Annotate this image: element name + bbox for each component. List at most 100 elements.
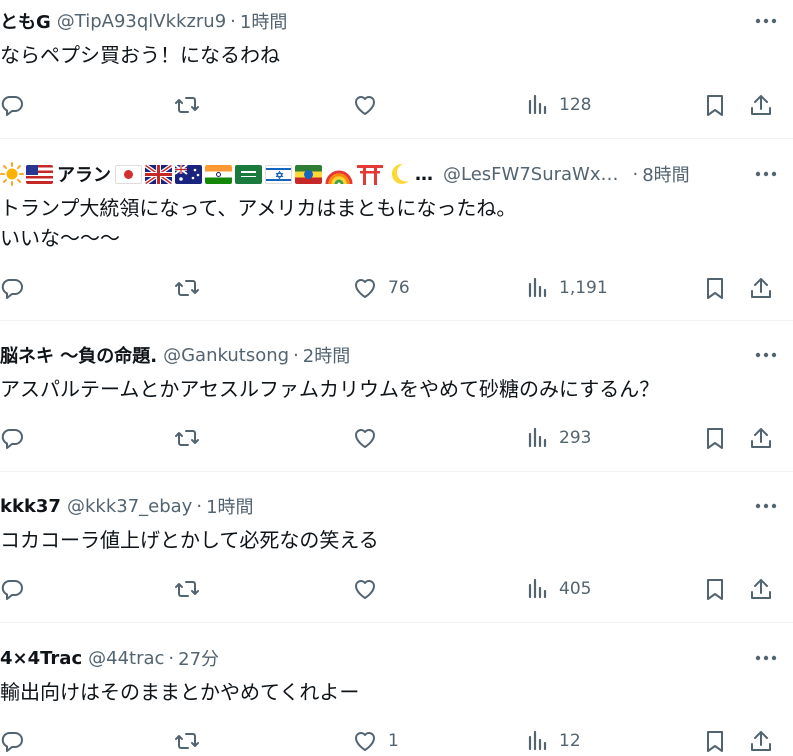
reply-button[interactable] [0, 423, 24, 453]
bookmark-icon [707, 731, 723, 752]
saudi-flag-emoji [235, 164, 262, 184]
heart-icon [355, 96, 375, 115]
separator-dot: · [230, 10, 236, 32]
retweet-icon [175, 280, 199, 296]
sun-emoji [0, 162, 24, 186]
tweet-header: 脳ネキ 〜負の命題. @Gankutsong · 2時間 [0, 340, 350, 370]
user-handle[interactable]: @LesFW7SuraWx… [443, 164, 618, 185]
heart-icon [355, 429, 375, 448]
tweet[interactable]: 4×4Trac @44trac · 27分 輸出向けはそのままとかやめてくれよー… [0, 643, 793, 756]
tweet-header: kkk37 @kkk37_ebay · 1時間 [0, 491, 254, 521]
separator-dot: · [168, 647, 175, 669]
tweet-text-line: いいな〜〜〜 [0, 226, 120, 250]
bookmark-icon [707, 428, 723, 449]
bookmark-button[interactable] [704, 90, 726, 120]
action-bar: 76 1,191 [0, 273, 793, 303]
retweet-button[interactable] [174, 726, 200, 756]
action-bar: 128 [0, 90, 793, 120]
israel-flag-emoji [265, 164, 292, 184]
display-name[interactable]: ともG [0, 8, 51, 34]
tweet-text: 輸出向けはそのままとかやめてくれよー [0, 677, 359, 707]
reply-button[interactable] [0, 574, 24, 604]
reply-icon [1, 429, 23, 449]
tweet-text: ならペプシ買おう！になるわね [0, 40, 280, 70]
display-name[interactable]: 4×4Trac [0, 648, 82, 669]
tweet-header: 4×4Trac @44trac · 27分 [0, 643, 219, 673]
separator-dot: · [293, 344, 299, 366]
timestamp[interactable]: 1時間 [206, 493, 253, 519]
views-icon [528, 578, 547, 599]
retweet-button[interactable] [174, 423, 200, 453]
like-button[interactable]: 76 [352, 273, 410, 303]
tweet-text-line: トランプ大統領になって、アメリカはまともになったね。 [0, 196, 517, 220]
reply-icon [1, 96, 23, 116]
more-icon[interactable] [751, 10, 781, 32]
tweet[interactable]: 脳ネキ 〜負の命題. @Gankutsong · 2時間 アスパルテームとかアセ… [0, 340, 793, 470]
action-bar: 405 [0, 574, 793, 604]
more-icon[interactable] [751, 495, 781, 517]
retweet-icon [175, 430, 199, 446]
share-button[interactable] [749, 574, 773, 604]
tweet[interactable]: アラン … @LesFW7SuraWx… · 8時間 トランプ大統領になって、ア… [0, 159, 793, 319]
bookmark-button[interactable] [704, 423, 726, 453]
views-button[interactable]: 128 [527, 90, 591, 120]
views-button[interactable]: 405 [527, 574, 591, 604]
name-ellipsis: … [415, 163, 433, 185]
user-handle[interactable]: @Gankutsong [163, 345, 289, 366]
australia-flag-emoji [175, 164, 202, 184]
tweet-text-line: 輸出向けはそのままとかやめてくれよー [0, 680, 360, 704]
like-button[interactable] [352, 90, 388, 120]
reply-icon [1, 732, 23, 752]
views-button[interactable]: 293 [527, 423, 591, 453]
retweet-button[interactable] [174, 273, 200, 303]
user-handle[interactable]: @kkk37_ebay [67, 496, 192, 517]
action-bar: 1 12 [0, 726, 793, 756]
user-handle[interactable]: @44trac [88, 648, 164, 669]
user-handle[interactable]: @TipA93qlVkkzru9 [57, 11, 226, 32]
retweet-icon [175, 733, 199, 749]
timestamp[interactable]: 8時間 [642, 161, 689, 187]
heart-icon [355, 732, 375, 751]
display-name[interactable]: kkk37 [0, 496, 61, 517]
bookmark-button[interactable] [704, 574, 726, 604]
more-icon[interactable] [751, 163, 781, 185]
views-button[interactable]: 12 [527, 726, 581, 756]
uk-flag-emoji [145, 164, 172, 184]
like-button[interactable]: 1 [352, 726, 399, 756]
tweet-header: ともG @TipA93qlVkkzru9 · 1時間 [0, 6, 287, 36]
timestamp[interactable]: 2時間 [303, 342, 350, 368]
more-icon[interactable] [751, 344, 781, 366]
views-button[interactable]: 1,191 [527, 273, 608, 303]
retweet-button[interactable] [174, 574, 200, 604]
like-button[interactable] [352, 574, 388, 604]
bookmark-button[interactable] [704, 726, 726, 756]
timestamp[interactable]: 27分 [178, 645, 219, 671]
views-icon [528, 277, 547, 298]
share-button[interactable] [749, 90, 773, 120]
retweet-icon [175, 581, 199, 597]
reply-button[interactable] [0, 273, 24, 303]
timestamp[interactable]: 1時間 [240, 8, 287, 34]
reply-icon [1, 580, 23, 600]
like-button[interactable] [352, 423, 388, 453]
bookmark-button[interactable] [704, 273, 726, 303]
action-bar: 293 [0, 423, 793, 453]
retweet-button[interactable] [174, 90, 200, 120]
tweet[interactable]: kkk37 @kkk37_ebay · 1時間 コカコーラ値上げとかして必死なの… [0, 491, 793, 621]
like-count: 76 [388, 278, 410, 298]
bookmark-icon [707, 278, 723, 299]
reply-button[interactable] [0, 90, 24, 120]
reply-feed: ともG @TipA93qlVkkzru9 · 1時間 ならペプシ買おう！になるわ… [0, 0, 793, 756]
more-icon[interactable] [751, 647, 781, 669]
share-button[interactable] [749, 273, 773, 303]
share-button[interactable] [749, 726, 773, 756]
display-name[interactable]: アラン [57, 161, 111, 187]
share-button[interactable] [749, 423, 773, 453]
divider [0, 622, 793, 623]
rainbow-emoji [325, 162, 353, 186]
share-icon [751, 278, 771, 298]
like-count: 1 [388, 731, 399, 751]
display-name[interactable]: 脳ネキ 〜負の命題. [0, 342, 157, 368]
tweet[interactable]: ともG @TipA93qlVkkzru9 · 1時間 ならペプシ買おう！になるわ… [0, 6, 793, 136]
reply-button[interactable] [0, 726, 24, 756]
